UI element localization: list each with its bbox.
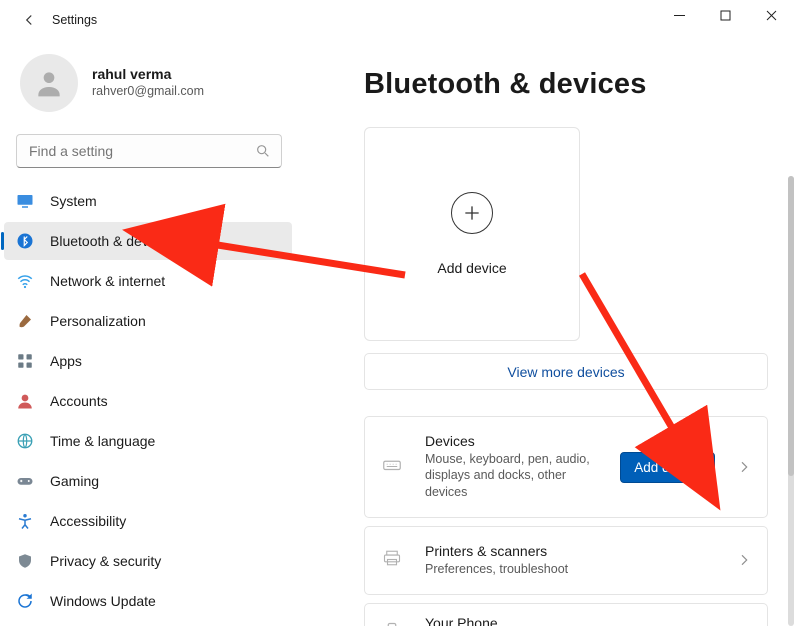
page-title: Bluetooth & devices — [364, 68, 774, 101]
card-title: Your Phone — [425, 615, 715, 626]
close-icon — [766, 10, 777, 21]
sidebar-item-label: Privacy & security — [50, 553, 161, 569]
card-printers[interactable]: Printers & scannersPreferences, troubles… — [364, 526, 768, 594]
globe-icon — [16, 432, 34, 450]
gamepad-icon — [16, 472, 34, 490]
plus-circle-icon — [451, 192, 493, 234]
nav-list: System Bluetooth & devices Network & inter… — [0, 182, 308, 620]
chevron-right-icon — [735, 459, 753, 475]
sidebar-item-label: Network & internet — [50, 273, 165, 289]
display-icon — [16, 192, 34, 210]
settings-cards: DevicesMouse, keyboard, pen, audio, disp… — [364, 416, 768, 626]
chevron-right-icon — [735, 552, 753, 568]
close-button[interactable] — [748, 0, 794, 30]
add-device-tile[interactable]: Add device — [364, 127, 580, 341]
update-icon — [16, 592, 34, 610]
apps-icon-wrap — [16, 352, 34, 370]
card-devices[interactable]: DevicesMouse, keyboard, pen, audio, disp… — [364, 416, 768, 518]
card-phone[interactable]: Your PhoneInstantly access your — [364, 603, 768, 626]
sidebar-item-label: Personalization — [50, 313, 146, 329]
plus-icon — [462, 203, 482, 223]
bluetooth-icon — [16, 232, 34, 250]
avatar — [20, 54, 78, 112]
user-card[interactable]: rahul verma rahver0@gmail.com — [0, 42, 308, 128]
sidebar-item-privacy[interactable]: Privacy & security — [4, 542, 292, 580]
card-body: Printers & scannersPreferences, troubles… — [425, 543, 715, 577]
shield-icon — [16, 552, 34, 570]
user-email: rahver0@gmail.com — [92, 83, 204, 101]
sidebar-item-accessibility[interactable]: Accessibility — [4, 502, 292, 540]
maximize-icon — [720, 10, 731, 21]
sidebar-item-label: Gaming — [50, 473, 99, 489]
sidebar-item-label: Accounts — [50, 393, 108, 409]
card-title: Devices — [425, 433, 600, 451]
phone-icon-wrap — [383, 622, 405, 626]
accessibility-icon — [16, 512, 34, 530]
printer-icon-wrap — [383, 549, 405, 571]
sidebar-item-personalization[interactable]: Personalization — [4, 302, 292, 340]
update-icon-wrap — [16, 592, 34, 610]
card-subtitle: Preferences, troubleshoot — [425, 561, 715, 578]
sidebar-item-update[interactable]: Windows Update — [4, 582, 292, 620]
shield-icon-wrap — [16, 552, 34, 570]
wifi-icon-wrap — [16, 272, 34, 290]
back-button[interactable] — [12, 3, 46, 37]
person-icon — [16, 392, 34, 410]
phone-icon — [383, 622, 401, 626]
minimize-button[interactable] — [656, 0, 702, 30]
sidebar-item-label: Accessibility — [50, 513, 126, 529]
wifi-icon — [16, 272, 34, 290]
minimize-icon — [674, 10, 685, 21]
person-icon — [33, 67, 65, 99]
keyboard-icon — [383, 456, 401, 474]
titlebar: Settings — [0, 0, 794, 40]
window-controls — [656, 0, 794, 30]
display-icon-wrap — [16, 192, 34, 210]
sidebar-item-network[interactable]: Network & internet — [4, 262, 292, 300]
window-title: Settings — [52, 13, 97, 27]
search-icon — [255, 143, 271, 159]
sidebar-item-apps[interactable]: Apps — [4, 342, 292, 380]
brush-icon — [16, 312, 34, 330]
keyboard-icon-wrap — [383, 456, 405, 478]
sidebar-item-system[interactable]: System — [4, 182, 292, 220]
sidebar-item-label: Windows Update — [50, 593, 156, 609]
card-body: DevicesMouse, keyboard, pen, audio, disp… — [425, 433, 600, 501]
maximize-button[interactable] — [702, 0, 748, 30]
devices-action-button[interactable]: Add device — [620, 452, 715, 483]
sidebar: rahul verma rahver0@gmail.com System Blue… — [0, 40, 308, 626]
card-title: Printers & scanners — [425, 543, 715, 561]
user-name: rahul verma — [92, 66, 204, 83]
sidebar-item-bluetooth[interactable]: Bluetooth & devices — [4, 222, 292, 260]
scrollbar[interactable] — [788, 176, 794, 626]
person-icon-wrap — [16, 392, 34, 410]
content-area: Bluetooth & devices Add device View more… — [308, 40, 794, 626]
view-more-devices-button[interactable]: View more devices — [364, 353, 768, 390]
view-more-label: View more devices — [507, 364, 624, 380]
gamepad-icon-wrap — [16, 472, 34, 490]
sidebar-item-label: System — [50, 193, 97, 209]
sidebar-item-label: Apps — [50, 353, 82, 369]
globe-icon-wrap — [16, 432, 34, 450]
arrow-left-icon — [20, 11, 38, 29]
user-info: rahul verma rahver0@gmail.com — [92, 66, 204, 100]
sidebar-item-gaming[interactable]: Gaming — [4, 462, 292, 500]
search-input[interactable] — [27, 142, 255, 160]
sidebar-item-label: Bluetooth & devices — [50, 233, 174, 249]
add-device-label: Add device — [437, 260, 506, 276]
card-subtitle: Mouse, keyboard, pen, audio, displays an… — [425, 451, 600, 502]
sidebar-item-accounts[interactable]: Accounts — [4, 382, 292, 420]
accessibility-icon-wrap — [16, 512, 34, 530]
sidebar-item-time[interactable]: Time & language — [4, 422, 292, 460]
printer-icon — [383, 549, 401, 567]
search-box[interactable] — [16, 134, 282, 168]
bluetooth-icon-wrap — [16, 232, 34, 250]
sidebar-item-label: Time & language — [50, 433, 155, 449]
apps-icon — [16, 352, 34, 370]
card-body: Your PhoneInstantly access your — [425, 615, 715, 626]
brush-icon-wrap — [16, 312, 34, 330]
